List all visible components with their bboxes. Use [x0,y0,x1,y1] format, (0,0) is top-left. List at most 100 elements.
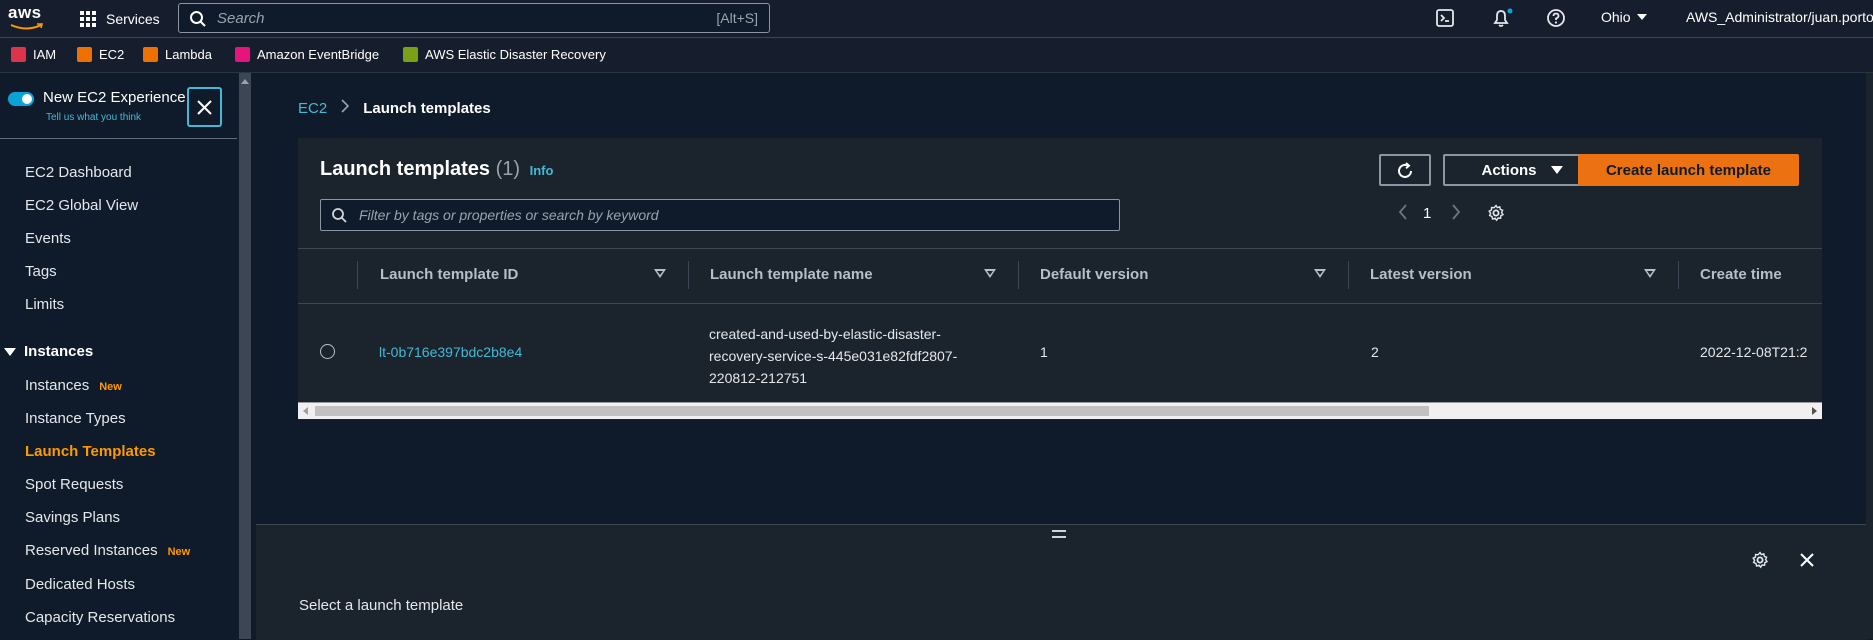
panel-title: Launch templates (1) Info [320,158,553,181]
sort-icon[interactable] [1644,269,1656,278]
column-divider [1678,261,1679,289]
refresh-button[interactable] [1379,154,1431,186]
sort-icon[interactable] [654,269,666,278]
cloudshell-icon[interactable] [1435,8,1455,28]
sidebar-item-events[interactable]: Events [25,230,71,247]
current-page[interactable]: 1 [1423,205,1431,222]
breadcrumb-current: Launch templates [363,99,491,117]
filter-placeholder: Filter by tags or properties or search b… [359,207,659,223]
caret-down-icon [1636,14,1647,20]
chevron-left-icon [1398,204,1407,220]
sidebar-item-spot-requests[interactable]: Spot Requests [25,476,123,493]
favorite-label: Lambda [165,47,212,62]
scroll-right-arrow-icon[interactable] [1812,407,1817,415]
next-page-button[interactable] [1451,203,1461,225]
sidebar-scrollbar[interactable] [239,73,251,639]
sidebar-item-ec2-dashboard[interactable]: EC2 Dashboard [25,164,132,181]
sidebar-item-limits[interactable]: Limits [25,296,64,313]
help-icon[interactable] [1546,8,1566,28]
prev-page-button[interactable] [1398,203,1408,225]
refresh-icon [1398,162,1412,178]
column-divider [688,261,689,289]
scrollbar-thumb[interactable] [315,406,1429,416]
close-sidebar-button[interactable] [187,87,222,127]
sidebar-item-launch-templates[interactable]: Launch Templates [25,443,156,460]
scroll-left-arrow-icon[interactable] [303,407,308,415]
info-link[interactable]: Info [530,163,554,178]
search-shortcut: [Alt+S] [716,10,758,26]
filter-input[interactable]: Filter by tags or properties or search b… [320,199,1120,231]
section-label: Instances [24,343,94,360]
select-launch-template-message: Select a launch template [299,597,464,614]
favorite-iam[interactable]: IAM [11,47,56,62]
favorite-label: Amazon EventBridge [257,47,380,62]
bell-icon[interactable] [1491,8,1513,28]
table-row[interactable]: lt-0b716e397bdc2b8e4 created-and-used-by… [298,303,1822,401]
favorite-ec2[interactable]: EC2 [77,47,124,62]
chevron-right-icon [1452,204,1461,220]
column-header-create-time[interactable]: Create time [1700,266,1782,283]
column-header-launch-template-id[interactable]: Launch template ID [380,266,518,283]
new-experience-toggle[interactable] [8,92,34,106]
details-split-panel: Select a launch template [256,524,1866,640]
favorite-label: AWS Elastic Disaster Recovery [425,47,606,62]
column-header-default-version[interactable]: Default version [1040,266,1148,283]
caret-down-icon [1550,166,1563,174]
sidebar-item-savings-plans[interactable]: Savings Plans [25,509,120,526]
row-select-radio[interactable] [320,344,335,359]
aws-smile-icon [10,23,44,30]
favorite-lambda[interactable]: Lambda [143,47,212,62]
table-preferences-button[interactable] [1487,204,1505,226]
default-version: 1 [1040,344,1048,360]
sidebar-item-ec2-global-view[interactable]: EC2 Global View [25,197,138,214]
resize-handle-icon[interactable] [1052,530,1066,538]
aws-logo[interactable]: aws [8,4,48,32]
sidebar-item-reserved-instances[interactable]: Reserved Instances New [25,542,190,559]
sort-icon[interactable] [984,269,996,278]
favorite-label: IAM [33,47,57,62]
favorite-elastic-disaster-recovery[interactable]: AWS Elastic Disaster Recovery [403,47,606,62]
launch-template-name: created-and-used-by-elastic-disaster-rec… [709,326,958,386]
gear-icon [1488,204,1505,222]
main-scrollbar[interactable] [1866,73,1873,639]
new-experience-label: New EC2 Experience [43,89,186,106]
favorite-label: EC2 [99,47,125,62]
create-time: 2022-12-08T21:2 [1700,344,1808,360]
split-panel-preferences-button[interactable] [1751,551,1769,574]
sidebar-section-instances[interactable]: Instances [4,343,93,360]
account-menu[interactable]: AWS_Administrator/juan.porto [1686,9,1873,25]
caret-down-icon [4,347,16,356]
sidebar-item-instance-types[interactable]: Instance Types [25,410,126,427]
search-icon [332,208,347,223]
sidebar-item-dedicated-hosts[interactable]: Dedicated Hosts [25,576,135,593]
services-label: Services [106,11,160,27]
column-header-launch-template-name[interactable]: Launch template name [710,266,873,283]
search-input[interactable]: Search [Alt+S] [178,3,770,33]
region-selector[interactable]: Ohio [1601,9,1647,25]
close-split-panel-button[interactable] [1799,552,1815,573]
breadcrumb-ec2-link[interactable]: EC2 [298,100,327,117]
table-horizontal-scrollbar[interactable] [298,402,1822,419]
sidebar-item-instances[interactable]: Instances New [25,377,122,394]
ec2-service-icon [77,47,92,62]
favorite-eventbridge[interactable]: Amazon EventBridge [235,47,379,62]
aws-logo-text: aws [8,3,42,22]
sidebar-item-tags[interactable]: Tags [25,263,57,280]
launch-template-id-link[interactable]: lt-0b716e397bdc2b8e4 [379,344,522,360]
sidebar-divider [0,138,237,139]
region-label: Ohio [1601,9,1631,25]
search-placeholder: Search [217,10,265,27]
new-badge: New [99,381,122,393]
sidebar-item-capacity-reservations[interactable]: Capacity Reservations [25,609,175,626]
column-header-latest-version[interactable]: Latest version [1370,266,1472,283]
search-icon [190,11,206,27]
new-badge: New [167,546,191,558]
sort-icon[interactable] [1314,269,1326,278]
feedback-link[interactable]: Tell us what you think [46,112,141,123]
top-navigation: aws Services Search [Alt+S] Ohio AWS_Adm… [0,0,1873,38]
create-launch-template-button[interactable]: Create launch template [1578,154,1799,186]
eventbridge-service-icon [235,47,250,62]
chevron-right-icon [341,99,350,117]
services-menu-button[interactable]: Services [80,8,160,30]
grid-icon [80,11,96,27]
